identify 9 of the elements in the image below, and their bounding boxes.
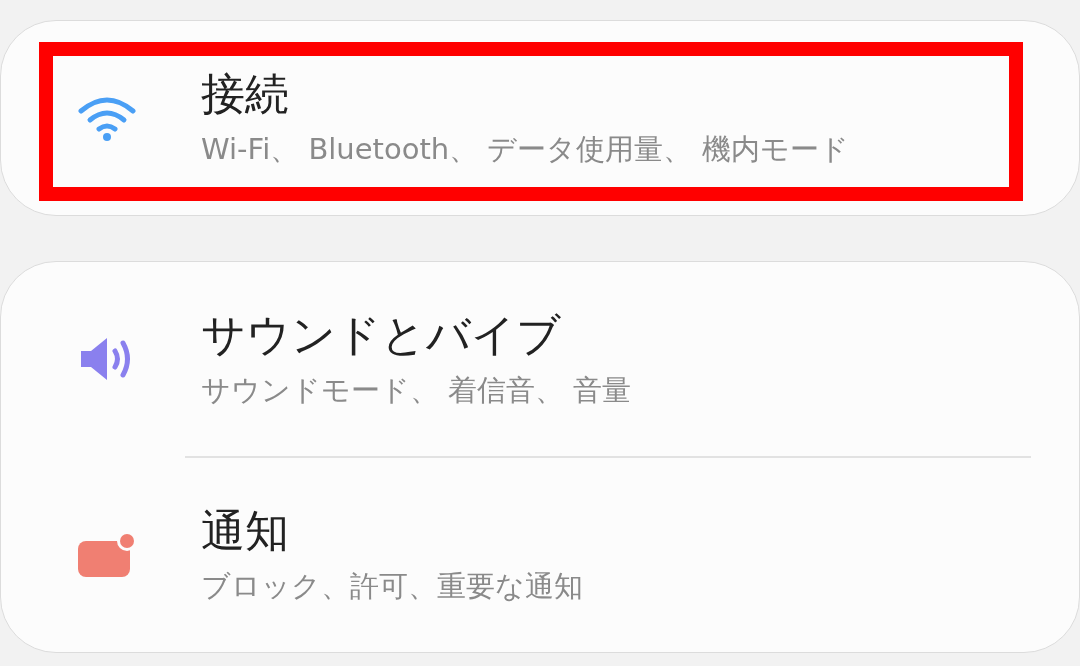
settings-item[interactable]: 通知 ブロック、許可、重要な通知	[1, 458, 1079, 652]
settings-item[interactable]: サウンドとバイブ サウンドモード、 着信音、 音量	[1, 262, 1079, 456]
settings-item[interactable]: 接続 Wi-Fi、 Bluetooth、 データ使用量、 機内モード	[1, 21, 1079, 215]
item-title: サウンドとバイブ	[201, 308, 562, 362]
item-title: 通知	[201, 504, 290, 558]
item-subtitle: サウンドモード、 着信音、 音量	[201, 372, 632, 409]
item-title: 接続	[201, 67, 290, 121]
item-subtitle: ブロック、許可、重要な通知	[201, 568, 583, 605]
item-subtitle: Wi-Fi、 Bluetooth、 データ使用量、 機内モード	[201, 131, 849, 168]
